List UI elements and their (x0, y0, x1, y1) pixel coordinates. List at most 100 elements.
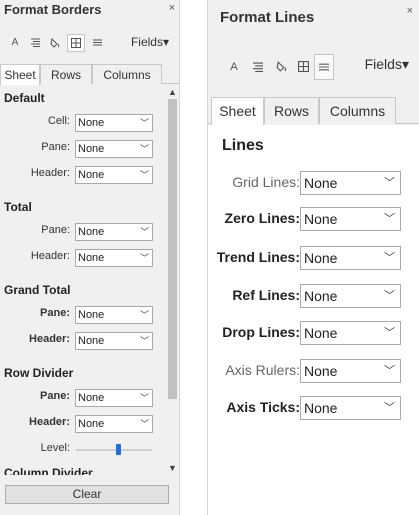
axis-rulers-select[interactable]: None ﹀ (300, 359, 401, 383)
panel-title: Format Lines (220, 9, 315, 26)
row-label: Cell: (47, 115, 70, 127)
tab-rows[interactable]: Rows (264, 97, 319, 124)
format-toolbar: A Fields▾ (0, 30, 179, 58)
tab-rows[interactable]: Rows (40, 64, 92, 84)
select-value: None (78, 143, 105, 155)
section-title-grand-total: Grand Total (4, 283, 71, 297)
chevron-down-icon: ﹀ (384, 327, 395, 339)
chevron-down-icon: ﹀ (139, 419, 149, 429)
pane-border-select[interactable]: None ﹀ (75, 140, 153, 158)
axis-ticks-select[interactable]: None ﹀ (300, 396, 401, 420)
font-icon[interactable]: A (6, 34, 24, 52)
row-total-pane: Pane: None ﹀ (0, 223, 160, 241)
row-label: Pane: (40, 390, 70, 402)
header-border-select[interactable]: None ﹀ (75, 166, 153, 184)
tab-sheet[interactable]: Sheet (0, 64, 40, 85)
borders-settings: Default Cell: None ﹀ Pane: None ﹀ Header: … (0, 85, 165, 475)
row-default-pane: Pane: None ﹀ (0, 140, 160, 158)
vertical-scrollbar[interactable]: ▲ ▼ (165, 85, 179, 475)
grand-total-pane-select[interactable]: None ﹀ (75, 306, 153, 324)
section-title-column-divider: Column Divider (4, 466, 93, 475)
scroll-up-icon[interactable]: ▲ (165, 85, 179, 99)
grid-lines-select[interactable]: None ﹀ (300, 171, 401, 195)
scroll-thumb[interactable] (168, 99, 177, 399)
fields-label: Fields (130, 35, 163, 49)
tab-bar: Sheet Rows Columns (208, 97, 419, 125)
row-default-header: Header: None ﹀ (0, 166, 160, 184)
chevron-down-icon: ﹀ (384, 290, 395, 302)
row-divider-pane-select[interactable]: None ﹀ (75, 389, 153, 407)
row-label: Pane: (41, 224, 70, 236)
close-icon[interactable]: × (407, 5, 413, 17)
row-label: Pane: (40, 307, 70, 319)
select-value: None (78, 392, 105, 404)
level-label: Level: (40, 442, 70, 454)
row-trend-lines: Trend Lines: None ﹀ (208, 246, 419, 270)
select-value: None (78, 335, 105, 347)
row-label: Header: (30, 250, 70, 262)
scroll-down-icon[interactable]: ▼ (165, 461, 179, 475)
panel-title: Format Borders (4, 2, 102, 17)
chevron-down-icon: ▾ (401, 56, 409, 72)
chevron-down-icon: ﹀ (139, 393, 149, 403)
chevron-down-icon: ﹀ (139, 170, 149, 180)
font-icon[interactable]: A (224, 54, 244, 80)
row-label: Grid Lines: (232, 174, 300, 190)
chevron-down-icon: ▾ (162, 35, 169, 49)
drop-lines-select[interactable]: None ﹀ (300, 321, 401, 345)
section-title-lines: Lines (222, 137, 264, 154)
chevron-down-icon: ﹀ (139, 227, 149, 237)
row-total-header: Header: None ﹀ (0, 249, 160, 267)
tab-columns[interactable]: Columns (319, 97, 396, 124)
level-slider-track[interactable] (76, 449, 152, 451)
fields-label: Fields (364, 56, 402, 72)
borders-icon[interactable] (67, 34, 85, 52)
clear-button[interactable]: Clear (5, 485, 169, 504)
chevron-down-icon: ﹀ (139, 253, 149, 263)
section-title-row-divider: Row Divider (4, 366, 74, 380)
zero-lines-select[interactable]: None ﹀ (300, 207, 401, 231)
shading-icon[interactable] (46, 34, 64, 52)
select-value: None (78, 252, 105, 264)
row-label: Header: (30, 167, 70, 179)
select-value: None (78, 418, 105, 430)
tab-bar: Sheet Rows Columns (0, 64, 179, 85)
select-value: None (78, 117, 105, 129)
select-value: None (78, 169, 105, 181)
alignment-icon[interactable] (248, 54, 268, 80)
close-icon[interactable]: × (169, 2, 175, 14)
ref-lines-select[interactable]: None ﹀ (300, 284, 401, 308)
tab-sheet[interactable]: Sheet (211, 97, 264, 125)
row-label: Trend Lines: (216, 249, 300, 265)
lines-icon[interactable] (88, 34, 106, 52)
chevron-down-icon: ﹀ (384, 213, 395, 225)
row-axis-ticks: Axis Ticks: None ﹀ (208, 396, 419, 420)
total-header-select[interactable]: None ﹀ (75, 249, 153, 267)
row-axis-rulers: Axis Rulers: None ﹀ (208, 359, 419, 383)
chevron-down-icon: ﹀ (384, 252, 395, 264)
row-divider-level: Level: (0, 441, 160, 459)
row-label: Zero Lines: (224, 210, 300, 226)
alignment-icon[interactable] (26, 34, 44, 52)
row-grid-lines: Grid Lines: None ﹀ (208, 171, 419, 195)
chevron-down-icon: ﹀ (139, 336, 149, 346)
chevron-down-icon: ﹀ (384, 402, 395, 414)
row-divider-header-select[interactable]: None ﹀ (75, 415, 153, 433)
level-slider-thumb[interactable] (115, 444, 121, 455)
borders-icon[interactable] (293, 54, 313, 80)
cell-border-select[interactable]: None ﹀ (75, 114, 153, 132)
lines-icon[interactable] (314, 54, 334, 80)
row-label: Ref Lines: (232, 287, 300, 303)
tab-columns[interactable]: Columns (92, 64, 162, 84)
format-toolbar: A Fields▾ (208, 48, 419, 80)
chevron-down-icon: ﹀ (139, 144, 149, 154)
select-value: None (78, 309, 105, 321)
trend-lines-select[interactable]: None ﹀ (300, 246, 401, 270)
shading-icon[interactable] (271, 54, 291, 80)
fields-dropdown[interactable]: Fields▾ (365, 56, 409, 73)
total-pane-select[interactable]: None ﹀ (75, 223, 153, 241)
select-value: None (304, 250, 338, 266)
fields-dropdown[interactable]: Fields▾ (131, 35, 169, 49)
section-title-total: Total (4, 200, 32, 214)
grand-total-header-select[interactable]: None ﹀ (75, 332, 153, 350)
